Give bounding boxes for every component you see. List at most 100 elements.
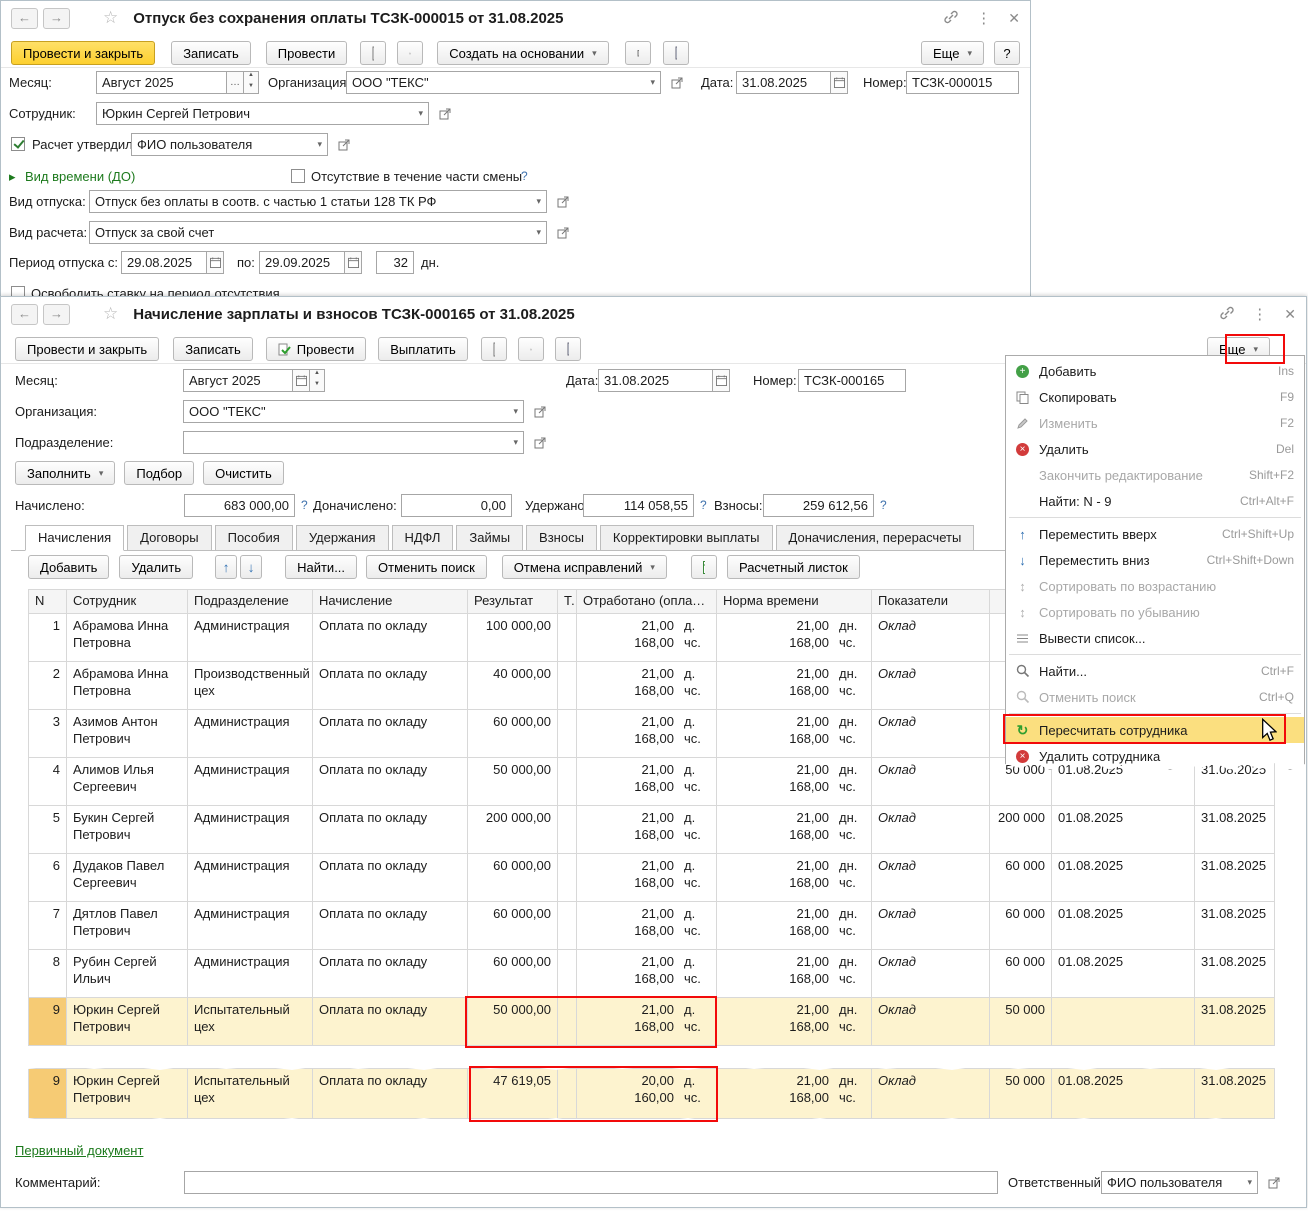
responsible-field[interactable]: ФИО пользователя▾ — [1101, 1171, 1258, 1194]
save-icon[interactable] — [555, 337, 581, 361]
approved-checkbox[interactable] — [11, 137, 25, 151]
division-field[interactable]: ▾ — [183, 431, 524, 454]
cell-indicator[interactable]: Оклад — [872, 998, 990, 1046]
cell-employee[interactable]: Юркин Сергей Петрович — [67, 998, 188, 1046]
attachment-icon[interactable] — [518, 337, 544, 361]
menu-item[interactable]: +ДобавитьIns — [1006, 358, 1304, 384]
cell-amount[interactable]: 200 000 — [990, 806, 1052, 854]
cell-date-to[interactable]: 31.08.2025 — [1195, 902, 1275, 950]
cancel-fixes-button[interactable]: Отмена исправлений▾ — [502, 555, 667, 579]
add-row-button[interactable]: Добавить — [28, 555, 109, 579]
cell-date-from[interactable]: 01.08.2025 — [1052, 806, 1195, 854]
month-spinner[interactable]: ▲▼ — [310, 369, 325, 392]
date-field[interactable]: 31.08.2025 — [736, 71, 831, 94]
tab-6[interactable]: Займы — [456, 525, 523, 550]
menu-item[interactable]: ↻Пересчитать сотрудника — [1006, 717, 1304, 743]
column-header[interactable]: Подразделение — [188, 590, 313, 614]
tab-5[interactable]: НДФЛ — [392, 525, 454, 550]
chevron-down-icon[interactable]: ▾ — [509, 406, 518, 417]
pay-slip-button[interactable]: Расчетный листок — [727, 555, 860, 579]
pay-button[interactable]: Выплатить — [378, 337, 468, 361]
cell-result[interactable]: 50 000,00 — [468, 758, 558, 806]
cell-employee[interactable]: Букин Сергей Петрович — [67, 806, 188, 854]
table-row[interactable]: 7Дятлов Павел ПетровичАдминистрацияОплат… — [29, 902, 1275, 950]
cell-indicator[interactable]: Оклад — [872, 902, 990, 950]
calendar-icon[interactable] — [713, 369, 730, 392]
cell-t[interactable] — [558, 854, 577, 902]
cell-norm[interactable]: 21,00дн.168,00чс. — [717, 758, 872, 806]
tab-9[interactable]: Доначисления, перерасчеты — [776, 525, 975, 550]
find-button[interactable]: Найти... — [285, 555, 357, 579]
cell-norm[interactable]: 21,00дн.168,00чс. — [717, 710, 872, 758]
attachment-icon[interactable] — [397, 41, 423, 65]
move-up-button[interactable]: ↑ — [215, 555, 237, 579]
cell-accrual[interactable]: Оплата по окладу — [313, 998, 468, 1046]
cell-indicator[interactable]: Оклад — [872, 710, 990, 758]
fill-button[interactable]: Заполнить▾ — [15, 461, 115, 485]
chevron-down-icon[interactable]: ▾ — [532, 227, 541, 238]
help-question-icon[interactable]: ? — [880, 498, 887, 512]
cell-worked[interactable]: 21,00д.168,00чс. — [577, 998, 717, 1046]
division-open-icon[interactable] — [530, 431, 550, 454]
cell-n[interactable]: 5 — [29, 806, 67, 854]
cell-t[interactable] — [558, 758, 577, 806]
period-to-field[interactable]: 29.09.2025 — [259, 251, 345, 274]
cell-accrual[interactable]: Оплата по окладу — [313, 662, 468, 710]
organization-field[interactable]: ООО "ТЕКС"▾ — [183, 400, 524, 423]
column-header[interactable]: Начисление — [313, 590, 468, 614]
cell-norm[interactable]: 21,00дн.168,00чс. — [717, 902, 872, 950]
comment-field[interactable] — [184, 1171, 998, 1194]
forward-button[interactable]: → — [43, 8, 70, 29]
cell-norm[interactable]: 21,00дн.168,00чс. — [717, 950, 872, 998]
cell-date-from[interactable]: 01.08.2025 — [1052, 854, 1195, 902]
cell-result[interactable]: 200 000,00 — [468, 806, 558, 854]
chevron-down-icon[interactable]: ▾ — [509, 437, 518, 448]
organization-open-icon[interactable] — [667, 71, 687, 94]
cell-norm[interactable]: 21,00дн.168,00чс. — [717, 1069, 872, 1119]
move-down-button[interactable]: ↓ — [240, 555, 262, 579]
cell-date-to[interactable]: 31.08.2025 — [1195, 1069, 1275, 1119]
cell-date-from[interactable] — [1052, 998, 1195, 1046]
cell-accrual[interactable]: Оплата по окладу — [313, 614, 468, 662]
cell-n[interactable]: 9 — [29, 1069, 67, 1119]
cell-department[interactable]: Администрация — [188, 950, 313, 998]
chevron-down-icon[interactable]: ▾ — [646, 77, 655, 88]
cell-department[interactable]: Администрация — [188, 806, 313, 854]
organization-open-icon[interactable] — [530, 400, 550, 423]
calendar-icon[interactable] — [345, 251, 362, 274]
cell-accrual[interactable]: Оплата по окладу — [313, 710, 468, 758]
cell-worked[interactable]: 21,00д.168,00чс. — [577, 806, 717, 854]
cell-worked[interactable]: 21,00д.168,00чс. — [577, 902, 717, 950]
cell-worked[interactable]: 20,00д.160,00чс. — [577, 1069, 717, 1119]
help-question-icon[interactable]: ? — [521, 169, 528, 183]
column-header[interactable]: Показатели — [872, 590, 990, 614]
primary-document-link[interactable]: Первичный документ — [15, 1143, 143, 1158]
part-shift-checkbox[interactable] — [291, 169, 305, 183]
cell-result[interactable]: 40 000,00 — [468, 662, 558, 710]
cell-department[interactable]: Испытательный цех — [188, 1069, 313, 1119]
cell-employee[interactable]: Дудаков Павел Сергеевич — [67, 854, 188, 902]
leave-kind-open-icon[interactable] — [553, 190, 573, 213]
cell-indicator[interactable]: Оклад — [872, 950, 990, 998]
cell-n[interactable]: 7 — [29, 902, 67, 950]
more-button[interactable]: Еще▾ — [921, 41, 984, 65]
cell-result[interactable]: 60 000,00 — [468, 854, 558, 902]
write-button[interactable]: Записать — [173, 337, 253, 361]
cell-norm[interactable]: 21,00дн.168,00чс. — [717, 854, 872, 902]
approved-by-field[interactable]: ФИО пользователя▾ — [131, 133, 328, 156]
cell-date-from[interactable]: 01.08.2025 — [1052, 1069, 1195, 1119]
period-days-field[interactable]: 32 — [376, 251, 414, 274]
cell-indicator[interactable]: Оклад — [872, 854, 990, 902]
menu-item[interactable]: Найти...Ctrl+F — [1006, 658, 1304, 684]
menu-item[interactable]: Найти: N - 9Ctrl+Alt+F — [1006, 488, 1304, 514]
cell-date-to[interactable]: 31.08.2025 — [1195, 998, 1275, 1046]
cell-employee[interactable]: Абрамова Инна Петровна — [67, 662, 188, 710]
cell-t[interactable] — [558, 998, 577, 1046]
cell-worked[interactable]: 21,00д.168,00чс. — [577, 614, 717, 662]
cell-indicator[interactable]: Оклад — [872, 1069, 990, 1119]
cell-norm[interactable]: 21,00дн.168,00чс. — [717, 662, 872, 710]
month-field[interactable]: Август 2025 — [183, 369, 293, 392]
link-icon[interactable] — [1219, 305, 1235, 324]
cell-worked[interactable]: 21,00д.168,00чс. — [577, 854, 717, 902]
cell-norm[interactable]: 21,00дн.168,00чс. — [717, 998, 872, 1046]
